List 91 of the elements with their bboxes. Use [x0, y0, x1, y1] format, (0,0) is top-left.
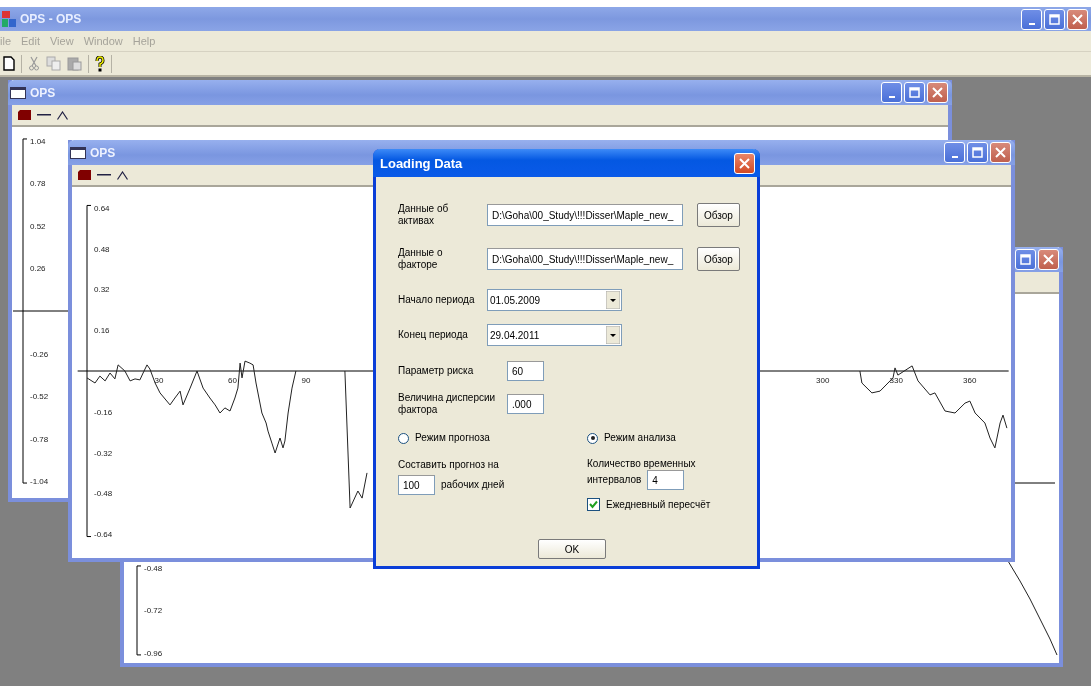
- dialog-title: Loading Data: [380, 155, 463, 171]
- axis-label: -0.78: [30, 434, 49, 444]
- browse-button[interactable]: Обзор: [697, 203, 740, 227]
- axis-label: 0.26: [30, 264, 46, 274]
- axis-label: 30: [154, 376, 164, 385]
- axis-label: 330: [889, 376, 903, 385]
- minimize-icon: [951, 156, 958, 158]
- minimize-icon: [888, 96, 895, 98]
- axis-label: 0.78: [30, 179, 46, 189]
- field-label: Параметр риска: [398, 365, 475, 377]
- axis-label: -0.26: [30, 349, 49, 359]
- radio-label: Режим прогноза: [415, 432, 490, 444]
- close-icon: [995, 147, 1006, 158]
- close-button[interactable]: [927, 82, 948, 103]
- date-dropdown[interactable]: 29.04.2011: [487, 324, 622, 346]
- window-title: OPS: [90, 145, 116, 160]
- close-icon: [739, 157, 750, 169]
- input-field[interactable]: 4: [647, 470, 685, 490]
- window-title: OPS: [30, 85, 56, 100]
- radio-button[interactable]: [398, 432, 409, 444]
- axis-label: 0.52: [30, 222, 46, 231]
- field-label: Составить прогноз на: [398, 459, 500, 471]
- caret-icon[interactable]: [117, 170, 128, 180]
- caret-icon[interactable]: [57, 110, 68, 120]
- field-label: Данные о факторе: [398, 247, 444, 271]
- help-icon[interactable]: [95, 55, 105, 72]
- axis-label: -0.16: [94, 407, 113, 417]
- maximize-icon: [972, 147, 983, 158]
- maximize-button[interactable]: [1015, 249, 1036, 270]
- field-label: Начало периода: [398, 294, 476, 306]
- close-icon: [932, 87, 943, 98]
- minimize-button[interactable]: [944, 142, 965, 163]
- browse-button[interactable]: Обзор: [697, 247, 740, 271]
- minimize-button[interactable]: [881, 82, 902, 103]
- maximize-icon: [909, 87, 920, 98]
- ok-button[interactable]: OK: [538, 539, 606, 559]
- minimize-button[interactable]: [1021, 8, 1042, 30]
- dropdown-arrow-icon[interactable]: [606, 326, 620, 344]
- path-field[interactable]: D:\Goha\00_Study\!!!Disser\Maple_new_: [487, 204, 683, 226]
- axis-label: -1.04: [30, 477, 49, 487]
- axis-label: 0.64: [94, 204, 110, 213]
- maximize-button[interactable]: [904, 82, 925, 103]
- axis-label: 0.48: [94, 244, 110, 254]
- date-dropdown[interactable]: 01.05.2009: [487, 289, 622, 311]
- dropdown-arrow-icon[interactable]: [606, 291, 620, 309]
- input-field[interactable]: 60: [507, 361, 544, 381]
- window-title: OPS - OPS: [20, 12, 83, 26]
- maximize-button[interactable]: [967, 142, 988, 163]
- axis-label: 0.16: [94, 326, 110, 336]
- axis-label: -0.96: [144, 648, 163, 658]
- minimize-icon: [1028, 22, 1035, 25]
- field-label: Конец периода: [398, 329, 469, 341]
- window-icon: [70, 146, 86, 159]
- axis-label: -0.64: [94, 530, 113, 539]
- radio-button[interactable]: [587, 432, 598, 444]
- close-icon: [1072, 13, 1083, 25]
- axis-label: 1.04: [30, 136, 46, 146]
- axis-label: 60: [228, 376, 237, 385]
- field-label: Количество временных: [587, 458, 697, 470]
- axis-label: 90: [301, 376, 311, 385]
- line-icon[interactable]: [97, 173, 111, 177]
- close-button[interactable]: [1067, 8, 1088, 30]
- axis-label: -0.32: [94, 448, 113, 458]
- radio-label: Режим анализа: [604, 432, 676, 444]
- axis-label: -0.72: [144, 606, 163, 616]
- maximize-icon: [1049, 13, 1060, 25]
- checkbox-label: Ежедневный пересчёт: [606, 498, 711, 511]
- axis-label: 0.32: [94, 285, 110, 295]
- close-button[interactable]: [990, 142, 1011, 163]
- path-field[interactable]: D:\Goha\00_Study\!!!Disser\Maple_new_: [487, 248, 683, 270]
- maximize-button[interactable]: [1044, 8, 1065, 30]
- window-icon: [10, 86, 26, 99]
- close-icon: [1043, 254, 1054, 265]
- new-document-icon[interactable]: [3, 56, 15, 71]
- field-label: Данные об активах: [398, 203, 450, 227]
- field-label: интервалов: [587, 474, 642, 486]
- checkbox[interactable]: [587, 498, 600, 511]
- close-button[interactable]: [734, 152, 755, 174]
- axis-label: -0.48: [94, 489, 113, 499]
- axis-label: 360: [963, 376, 977, 385]
- app-icon: [2, 11, 16, 27]
- axis-label: 300: [816, 376, 830, 385]
- field-label: Величина дисперсии фактора: [398, 392, 497, 416]
- axis-label: -0.48: [144, 563, 163, 573]
- axis-label: -0.52: [30, 392, 49, 401]
- unit-label: рабочих дней: [441, 479, 505, 491]
- close-button[interactable]: [1038, 249, 1059, 270]
- input-field[interactable]: .000: [507, 394, 544, 414]
- maximize-icon: [1020, 254, 1031, 265]
- input-field[interactable]: 100: [398, 475, 435, 495]
- line-icon[interactable]: [37, 113, 51, 117]
